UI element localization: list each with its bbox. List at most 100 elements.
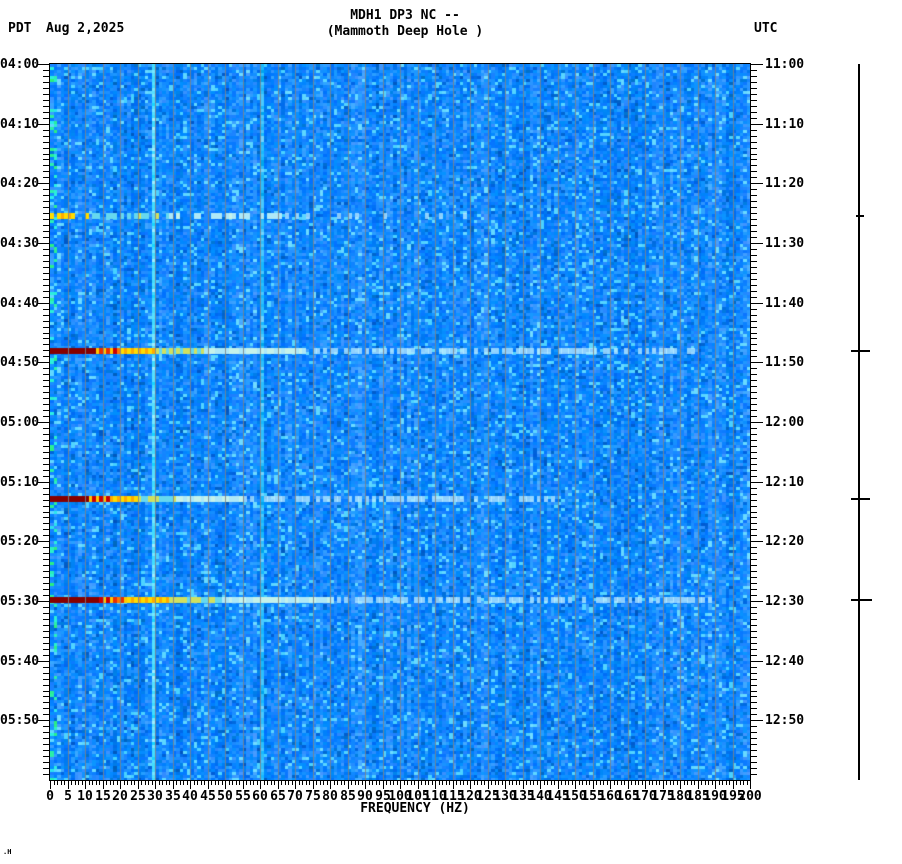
- time-tick-right: [750, 159, 757, 160]
- freq-tick: [418, 780, 419, 789]
- freq-tick: [666, 780, 667, 785]
- time-tick-right: [750, 655, 757, 656]
- time-tick-left: [43, 589, 50, 590]
- time-tick-left: [43, 428, 50, 429]
- freq-tick: [162, 780, 163, 785]
- freq-tick: [372, 780, 373, 785]
- freq-tick: [691, 780, 692, 785]
- time-tick-left: [43, 297, 50, 298]
- time-tick-left: [43, 458, 50, 459]
- freq-tick: [701, 780, 702, 785]
- freq-tick: [442, 780, 443, 785]
- time-tick-left: [43, 142, 50, 143]
- freq-tick: [474, 780, 475, 785]
- freq-tick: [316, 780, 317, 785]
- time-tick-left: [43, 195, 50, 196]
- freq-tick: [138, 780, 139, 789]
- time-tick-left: [43, 768, 50, 769]
- time-tick-left: [43, 470, 50, 471]
- time-tick-right: [750, 619, 757, 620]
- time-tick-right: [750, 714, 757, 715]
- freq-tick: [61, 780, 62, 785]
- freq-tick: [750, 780, 751, 789]
- freq-tick: [572, 780, 573, 785]
- freq-tick: [467, 780, 468, 785]
- freq-tick: [358, 780, 359, 785]
- freq-tick: [180, 780, 181, 785]
- time-tick-left: [43, 321, 50, 322]
- freq-tick: [446, 780, 447, 785]
- time-tick-right: [750, 637, 757, 638]
- freq-tick: [537, 780, 538, 785]
- time-tick-right: [750, 374, 757, 375]
- time-tick-left: [43, 631, 50, 632]
- freq-tick: [75, 780, 76, 785]
- freq-tick: [621, 780, 622, 785]
- freq-tick: [498, 780, 499, 785]
- time-tick-right: [750, 321, 757, 322]
- time-label-pdt: 04:00: [0, 57, 40, 72]
- time-tick-right: [750, 261, 757, 262]
- time-tick-left: [43, 512, 50, 513]
- freq-tick: [120, 780, 121, 789]
- time-tick-right: [750, 696, 757, 697]
- freq-tick: [187, 780, 188, 785]
- time-tick-left: [43, 327, 50, 328]
- freq-tick: [278, 780, 279, 789]
- time-label-pdt: 05:50: [0, 713, 40, 728]
- freq-tick: [127, 780, 128, 785]
- time-tick-right: [750, 243, 763, 244]
- freq-tick: [386, 780, 387, 785]
- freq-tick: [708, 780, 709, 785]
- time-tick-right: [750, 142, 757, 143]
- freq-tick: [638, 780, 639, 785]
- time-tick-left: [43, 159, 50, 160]
- time-tick-right: [750, 189, 757, 190]
- time-tick-left: [43, 130, 50, 131]
- freq-tick: [523, 780, 524, 789]
- time-label-utc: 11:40: [765, 296, 805, 311]
- freq-tick: [215, 780, 216, 785]
- freq-tick: [183, 780, 184, 785]
- time-tick-left: [38, 362, 50, 363]
- freq-tick: [351, 780, 352, 785]
- time-tick-right: [750, 667, 757, 668]
- time-tick-right: [750, 255, 757, 256]
- freq-tick: [512, 780, 513, 785]
- time-tick-right: [750, 183, 763, 184]
- time-tick-right: [750, 392, 757, 393]
- freq-tick: [544, 780, 545, 785]
- corner-watermark: .H: [3, 848, 12, 856]
- time-tick-right: [750, 553, 757, 554]
- freq-tick: [141, 780, 142, 785]
- time-tick-right: [750, 762, 757, 763]
- time-tick-right: [750, 523, 757, 524]
- time-tick-left: [43, 655, 50, 656]
- freq-tick: [78, 780, 79, 785]
- freq-tick: [687, 780, 688, 785]
- time-tick-right: [750, 500, 757, 501]
- time-tick-left: [43, 350, 50, 351]
- time-tick-left: [43, 756, 50, 757]
- time-tick-left: [43, 708, 50, 709]
- freq-label: 70: [287, 789, 303, 804]
- freq-label: 75: [305, 789, 321, 804]
- freq-tick: [71, 780, 72, 785]
- freq-tick: [509, 780, 510, 785]
- freq-tick: [264, 780, 265, 785]
- time-tick-right: [750, 219, 757, 220]
- time-tick-right: [750, 356, 757, 357]
- freq-tick: [589, 780, 590, 785]
- freq-label: 10: [77, 789, 93, 804]
- freq-tick: [124, 780, 125, 785]
- time-tick-left: [43, 637, 50, 638]
- freq-label: 25: [130, 789, 146, 804]
- freq-tick: [208, 780, 209, 789]
- freq-tick: [155, 780, 156, 789]
- freq-tick: [57, 780, 58, 785]
- time-tick-left: [43, 70, 50, 71]
- time-tick-right: [750, 679, 757, 680]
- freq-tick: [204, 780, 205, 785]
- freq-label: 5: [64, 789, 72, 804]
- freq-tick: [449, 780, 450, 785]
